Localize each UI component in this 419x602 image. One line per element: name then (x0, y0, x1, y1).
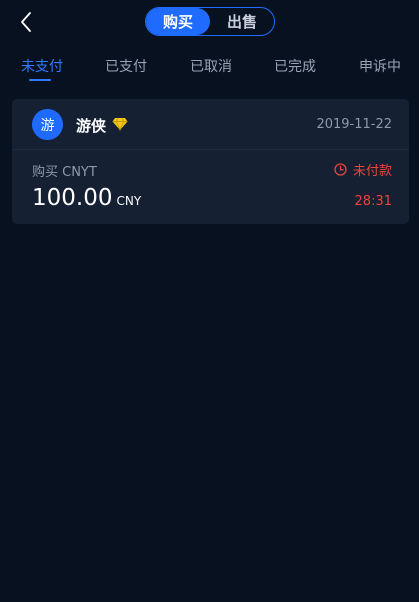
status-badge: 未付款 (334, 160, 392, 179)
status-text: 未付款 (352, 164, 392, 179)
segment-sell[interactable]: 出售 (210, 8, 274, 35)
back-button[interactable] (14, 10, 38, 34)
order-status-tabs: 未支付 已支付 已取消 已完成 申诉中 (0, 50, 419, 84)
top-bar: 购买 出售 (0, 0, 419, 44)
active-tab-indicator (29, 79, 51, 81)
segment-buy[interactable]: 购买 (146, 8, 210, 35)
amount-value: 100.00 (32, 185, 113, 211)
order-card-header: 游 游侠 2019-11-22 (12, 99, 409, 150)
tab-appeal[interactable]: 申诉中 (359, 56, 401, 76)
tab-cancelled[interactable]: 已取消 (190, 56, 232, 76)
tab-completed[interactable]: 已完成 (274, 56, 316, 76)
tab-paid[interactable]: 已支付 (105, 56, 147, 76)
order-date: 2019-11-22 (316, 117, 392, 132)
order-amount: 100.00 CNY (32, 185, 141, 211)
merchant-name: 游侠 (76, 117, 107, 135)
order-card[interactable]: 游 游侠 2019-11-22 购买 CNYT 未付款 100.00 CNY 2… (12, 99, 409, 224)
trade-label: 购买 CNYT (32, 165, 97, 180)
buy-sell-toggle: 购买 出售 (145, 7, 275, 36)
clock-icon (334, 163, 347, 176)
tab-unpaid[interactable]: 未支付 (21, 56, 63, 76)
avatar: 游 (32, 109, 63, 140)
chevron-left-icon (21, 12, 31, 32)
diamond-icon (112, 117, 128, 131)
amount-currency: CNY (116, 194, 142, 208)
countdown-timer: 28:31 (354, 194, 392, 209)
